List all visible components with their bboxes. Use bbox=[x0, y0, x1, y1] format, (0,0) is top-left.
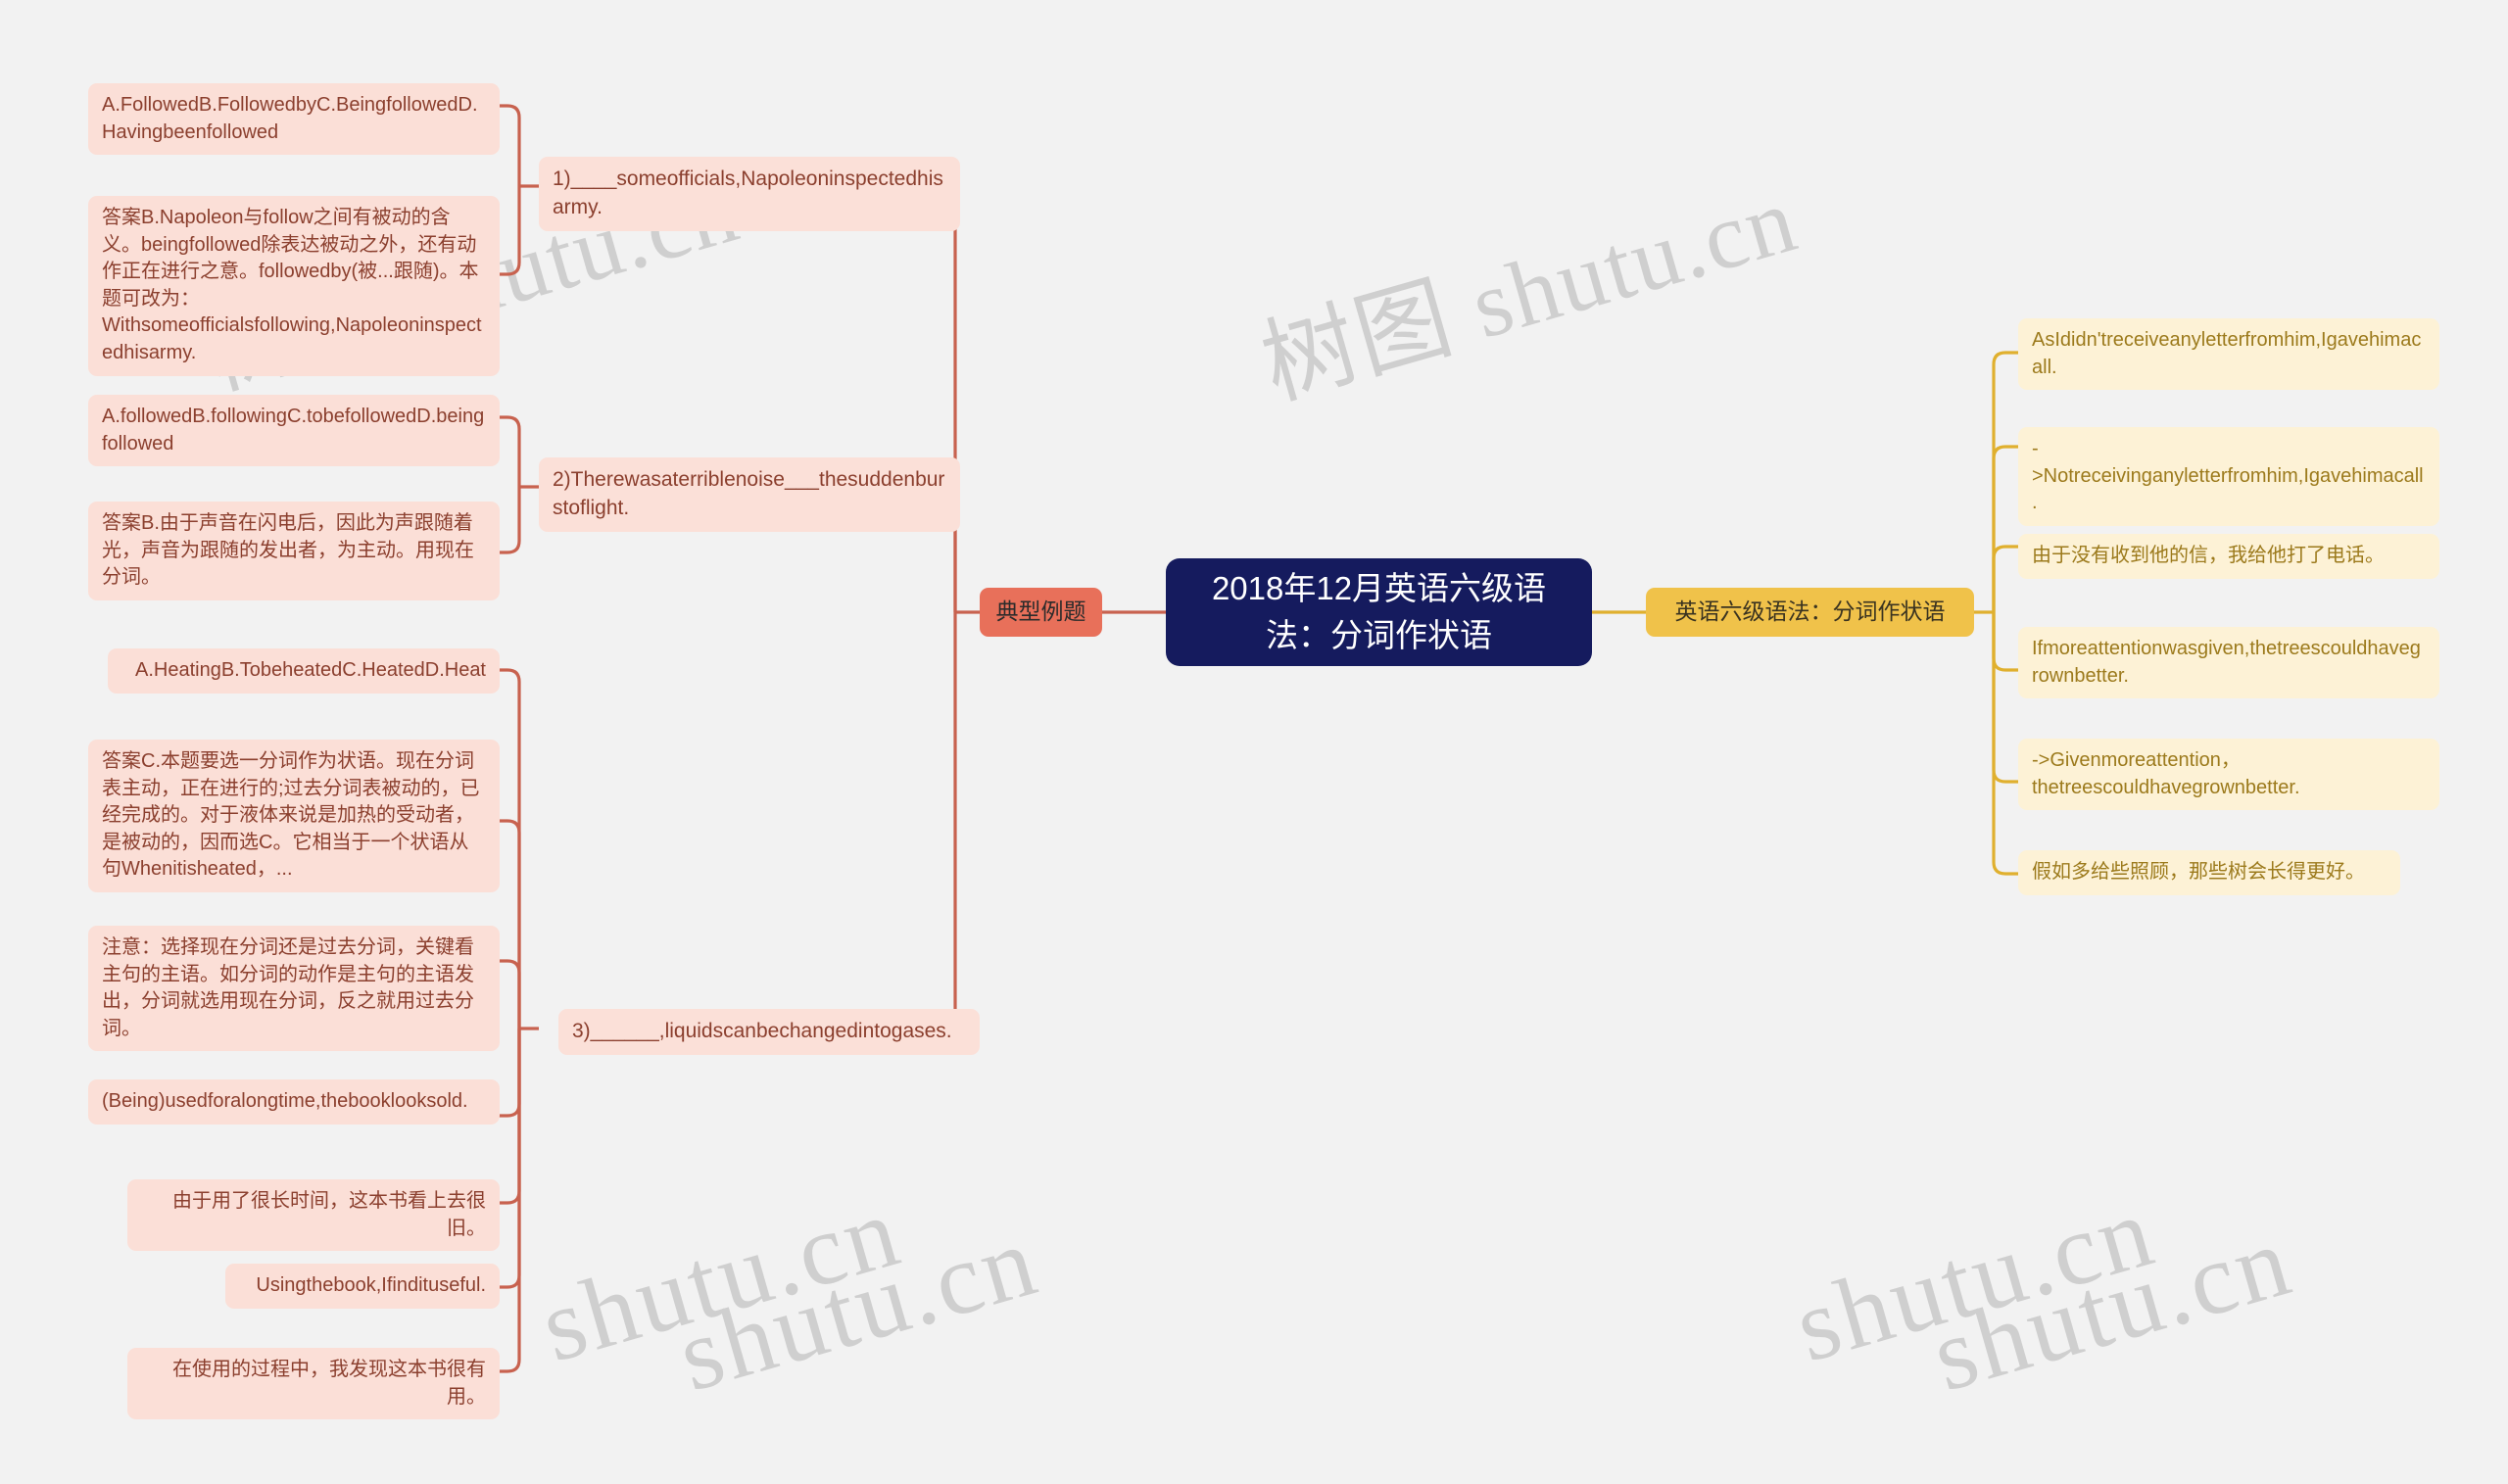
question-1-option-list[interactable]: A.FollowedB.FollowedbyC.BeingfollowedD.H… bbox=[88, 83, 500, 156]
example-using-the-book[interactable]: Usingthebook,Ifindituseful. bbox=[225, 1264, 500, 1309]
watermark: shutu.cn bbox=[666, 1203, 1050, 1413]
question-1-answer[interactable]: 答案B.Napoleon与follow之间有被动的含义。beingfollowe… bbox=[88, 196, 500, 376]
right-leaf-translation-letter[interactable]: 由于没有收到他的信，我给他打了电话。 bbox=[2018, 534, 2439, 579]
right-leaf-as-i-didnt-receive[interactable]: AsIdidn'treceiveanyletterfromhim,Igavehi… bbox=[2018, 318, 2439, 391]
question-2-option-list[interactable]: A.followedB.followingC.tobefollowedD.bei… bbox=[88, 395, 500, 467]
right-leaf-given-more-attention[interactable]: ->Givenmoreattention，thetreescouldhavegr… bbox=[2018, 739, 2439, 811]
link-left-q1 bbox=[921, 184, 957, 612]
link-right-leaf1 bbox=[1992, 351, 2018, 612]
question-2-answer[interactable]: 答案B.由于声音在闪电后，因此为声跟随着光，声音为跟随的发出者，为主动。用现在分… bbox=[88, 502, 500, 600]
link-right-leaf6 bbox=[1992, 612, 2018, 876]
example-using-the-book-translation[interactable]: 在使用的过程中，我发现这本书很有用。 bbox=[127, 1348, 500, 1420]
right-leaf-translation-trees[interactable]: 假如多给些照顾，那些树会长得更好。 bbox=[2018, 850, 2400, 895]
question-3-option-list[interactable]: A.HeatingB.TobeheatedC.HeatedD.Heat bbox=[108, 648, 500, 694]
right-leaf-if-more-attention[interactable]: Ifmoreattentionwasgiven,thetreescouldhav… bbox=[2018, 627, 2439, 699]
branch-right-grammar[interactable]: 英语六级语法：分词作状语 bbox=[1646, 588, 1974, 637]
example-being-used[interactable]: (Being)usedforalongtime,thebooklooksold. bbox=[88, 1079, 500, 1125]
question-3-note[interactable]: 注意：选择现在分词还是过去分词，关键看主句的主语。如分词的动作是主句的主语发出，… bbox=[88, 926, 500, 1052]
example-being-used-translation[interactable]: 由于用了很长时间，这本书看上去很旧。 bbox=[127, 1179, 500, 1252]
question-stem-2[interactable]: 2)Therewasaterriblenoise___thesuddenburs… bbox=[539, 457, 960, 532]
branch-left-typical-examples[interactable]: 典型例题 bbox=[980, 588, 1102, 637]
link-right-leaf4 bbox=[1992, 612, 2018, 672]
right-leaf-not-receiving[interactable]: ->Notreceivinganyletterfromhim,Igavehima… bbox=[2018, 427, 2439, 526]
link-right-leaf5 bbox=[1992, 612, 2018, 784]
watermark: 树图 shutu.cn bbox=[1250, 166, 1809, 418]
watermark: shutu.cn bbox=[1783, 1173, 2167, 1384]
root-node[interactable]: 2018年12月英语六级语法：分词作状语 bbox=[1166, 558, 1592, 666]
watermark: shutu.cn bbox=[1920, 1203, 2304, 1413]
question-stem-3[interactable]: 3)______,liquidscanbechangedintogases. bbox=[558, 1009, 980, 1055]
mindmap-canvas: 树图 shutu.cn 树图 shutu.cn shutu.cn shutu.c… bbox=[0, 0, 2508, 1484]
link-right-leaf2 bbox=[1992, 445, 2018, 612]
link-left-q3 bbox=[921, 612, 957, 1030]
question-stem-1[interactable]: 1)____someofficials,Napoleoninspectedhis… bbox=[539, 157, 960, 231]
watermark: shutu.cn bbox=[529, 1173, 913, 1384]
question-3-answer[interactable]: 答案C.本题要选一分词作为状语。现在分词表主动，正在进行的;过去分词表被动的，已… bbox=[88, 740, 500, 892]
link-right-leaf3 bbox=[1992, 545, 2018, 612]
